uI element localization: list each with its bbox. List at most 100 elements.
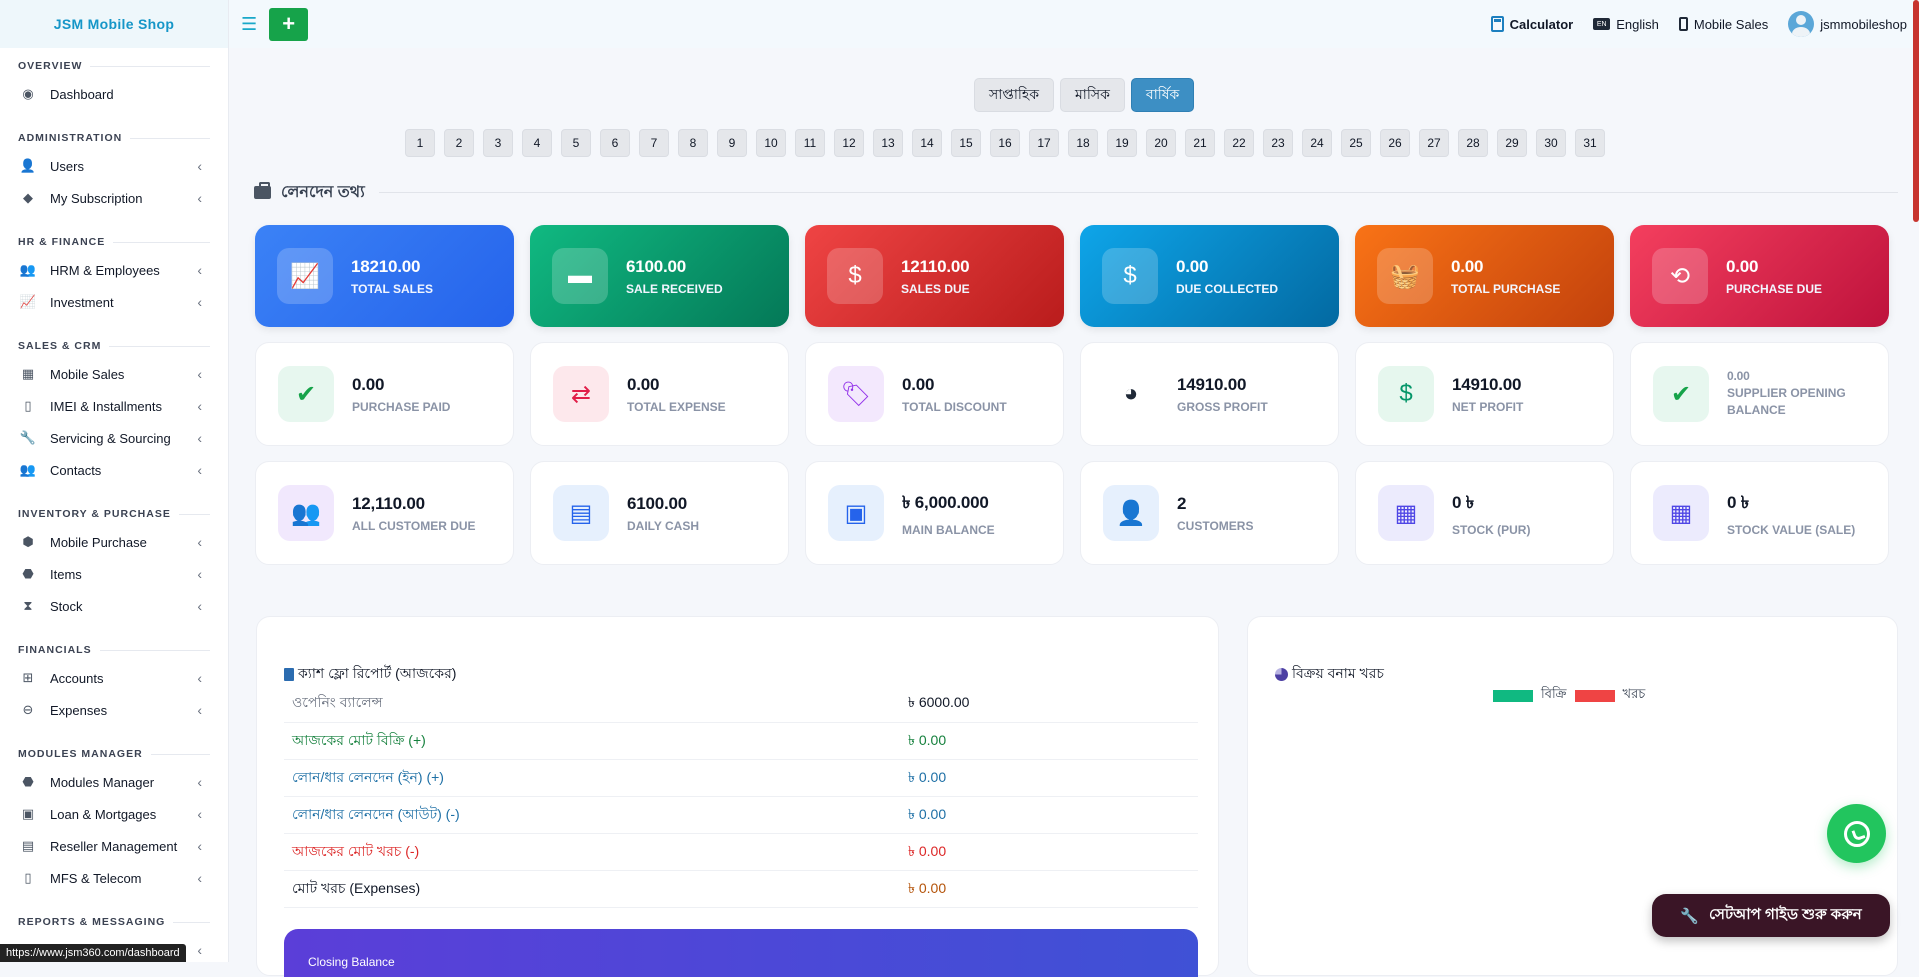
sidebar-item-expenses[interactable]: ⊖ Expenses ‹: [18, 694, 210, 726]
user-plus-icon: 👤: [1103, 485, 1159, 541]
day-button[interactable]: 22: [1224, 129, 1254, 157]
sidebar-item-my-subscription[interactable]: ◆ My Subscription ‹: [18, 182, 210, 214]
language-label: English: [1616, 16, 1659, 32]
hourglass-icon: ⧗: [23, 598, 33, 613]
brand-logo[interactable]: JSM Mobile Shop: [0, 0, 228, 48]
sidebar-item-mobile-sales[interactable]: ▦ Mobile Sales ‹: [18, 358, 210, 390]
stat-text: 0.00 PURCHASE DUE: [1726, 257, 1822, 296]
day-button[interactable]: 13: [873, 129, 903, 157]
language-switch[interactable]: EN English: [1593, 17, 1659, 32]
tab-period-0[interactable]: সাপ্তাহিক: [974, 78, 1055, 112]
document-icon: [284, 667, 294, 681]
sidebar-item-imei-installments[interactable]: ▯ IMEI & Installments ‹: [18, 390, 210, 422]
stat-label: DUE COLLECTED: [1176, 281, 1278, 296]
day-button[interactable]: 17: [1029, 129, 1059, 157]
stat-card: ⟲ 0.00 PURCHASE DUE: [1630, 225, 1889, 327]
sidebar-item-accounts[interactable]: ⊞ Accounts ‹: [18, 662, 210, 694]
sidebar-item-modules-manager[interactable]: ⬣ Modules Manager ‹: [18, 766, 210, 798]
day-button[interactable]: 23: [1263, 129, 1293, 157]
day-button[interactable]: 28: [1458, 129, 1488, 157]
stat-label: TOTAL DISCOUNT: [902, 399, 1007, 414]
day-button[interactable]: 7: [639, 129, 669, 157]
day-button[interactable]: 16: [990, 129, 1020, 157]
table-row: লোন/ধার লেনদেন (ইন) (+) ৳ 0.00: [284, 759, 1198, 797]
whatsapp-button[interactable]: [1827, 804, 1886, 863]
tags-icon: 🏷: [828, 366, 884, 422]
day-button[interactable]: 31: [1575, 129, 1605, 157]
stat-card: $0.00 DUE COLLECTED: [1080, 225, 1339, 327]
sidebar-item-users[interactable]: 👤 Users ‹: [18, 150, 210, 182]
pie-chart-icon: [1275, 667, 1288, 681]
day-button[interactable]: 26: [1380, 129, 1410, 157]
stat-text: 0 ৳ STOCK (PUR): [1452, 490, 1530, 537]
users-icon: 👥: [19, 262, 37, 277]
day-button[interactable]: 1: [405, 129, 435, 157]
day-button[interactable]: 2: [444, 129, 474, 157]
day-button[interactable]: 9: [717, 129, 747, 157]
cashflow-title: ক্যাশ ফ্লো রিপোর্ট (আজকের): [284, 662, 456, 686]
setup-guide-button[interactable]: 🔧 সেটআপ গাইড শুরু করুন: [1652, 894, 1890, 937]
section-title: লেনদেন তথ্য: [281, 184, 365, 201]
day-button[interactable]: 20: [1146, 129, 1176, 157]
mobile-sales-label: Mobile Sales: [1693, 16, 1769, 32]
sidebar-section-title: FINANCIALS: [18, 644, 210, 656]
sidebar-item-mobile-purchase[interactable]: ⬢ Mobile Purchase ‹: [18, 526, 210, 558]
mobile-sales-link[interactable]: Mobile Sales: [1678, 16, 1769, 32]
day-button[interactable]: 21: [1185, 129, 1215, 157]
chevron-left-icon: ‹: [197, 774, 202, 790]
sidebar-item-hrm-employees[interactable]: 👥 HRM & Employees ‹: [18, 254, 210, 286]
day-button[interactable]: 6: [600, 129, 630, 157]
day-button[interactable]: 19: [1107, 129, 1137, 157]
sidebar-item-loan-mortgages[interactable]: ▣ Loan & Mortgages ‹: [18, 798, 210, 830]
menu-toggle-icon[interactable]: ☰: [241, 14, 257, 35]
sidebar-item-label: Modules Manager: [50, 774, 155, 790]
calculator-link[interactable]: Calculator: [1490, 16, 1574, 32]
day-button[interactable]: 30: [1536, 129, 1566, 157]
stat-card: 👥 12,110.00 ALL CUSTOMER DUE: [255, 461, 514, 565]
sidebar-item-servicing-sourcing[interactable]: 🔧 Servicing & Sourcing ‹: [18, 422, 210, 454]
stat-card: 🏷 0.00 TOTAL DISCOUNT: [805, 342, 1064, 446]
stat-label: PURCHASE PAID: [352, 399, 451, 414]
day-button[interactable]: 15: [951, 129, 981, 157]
sidebar-item-investment[interactable]: 📈 Investment ‹: [18, 286, 210, 318]
day-button[interactable]: 8: [678, 129, 708, 157]
page-scrollbar[interactable]: [1913, 0, 1919, 222]
user-menu[interactable]: jsmmobileshop: [1788, 11, 1907, 37]
sidebar-item-stock[interactable]: ⧗ Stock ‹: [18, 590, 210, 622]
cashflow-amount: ৳ 0.00: [898, 796, 1198, 834]
day-button[interactable]: 14: [912, 129, 942, 157]
cashflow-amount: ৳ 0.00: [898, 722, 1198, 760]
sidebar-item-mfs-telecom[interactable]: ▯ MFS & Telecom ‹: [18, 862, 210, 894]
chart-legend: বিক্রি খরচ: [1493, 685, 1645, 706]
sidebar-item-contacts[interactable]: 👥 Contacts ‹: [18, 454, 210, 486]
day-button[interactable]: 29: [1497, 129, 1527, 157]
day-button[interactable]: 25: [1341, 129, 1371, 157]
stat-text: 0.00 DUE COLLECTED: [1176, 257, 1278, 296]
add-new-button[interactable]: +: [269, 7, 309, 41]
sidebar-item-label: Investment: [50, 294, 114, 310]
day-button[interactable]: 11: [795, 129, 825, 157]
sidebar-item-dashboard[interactable]: ◉ Dashboard: [18, 78, 210, 110]
chevron-left-icon: ‹: [197, 702, 202, 718]
tab-period-2[interactable]: বার্ষিক: [1130, 78, 1195, 112]
sidebar-section-title: MODULES MANAGER: [18, 748, 210, 760]
day-button[interactable]: 18: [1068, 129, 1098, 157]
sidebar-item-reseller-management[interactable]: ▤ Reseller Management ‹: [18, 830, 210, 862]
cashflow-amount: ৳ 0.00: [898, 759, 1198, 797]
calculator-label: Calculator: [1509, 16, 1574, 32]
day-button[interactable]: 12: [834, 129, 864, 157]
stat-value: 0 ৳: [1727, 492, 1750, 512]
tab-period-1[interactable]: মাসিক: [1060, 78, 1125, 112]
day-button[interactable]: 24: [1302, 129, 1332, 157]
day-button[interactable]: 10: [756, 129, 786, 157]
day-button[interactable]: 3: [483, 129, 513, 157]
sidebar: JSM Mobile Shop OVERVIEW ◉ Dashboard ADMINI…: [0, 0, 229, 962]
table-row: মোট খরচ (Expenses) ৳ 0.00: [284, 870, 1198, 908]
day-button[interactable]: 4: [522, 129, 552, 157]
cashflow-title-text: ক্যাশ ফ্লো রিপোর্ট (আজকের): [298, 665, 457, 681]
stat-value: 0.00: [1727, 369, 1750, 383]
day-button[interactable]: 27: [1419, 129, 1449, 157]
day-button[interactable]: 5: [561, 129, 591, 157]
stat-value: 0.00: [627, 374, 660, 394]
sidebar-item-items[interactable]: ⬣ Items ‹: [18, 558, 210, 590]
